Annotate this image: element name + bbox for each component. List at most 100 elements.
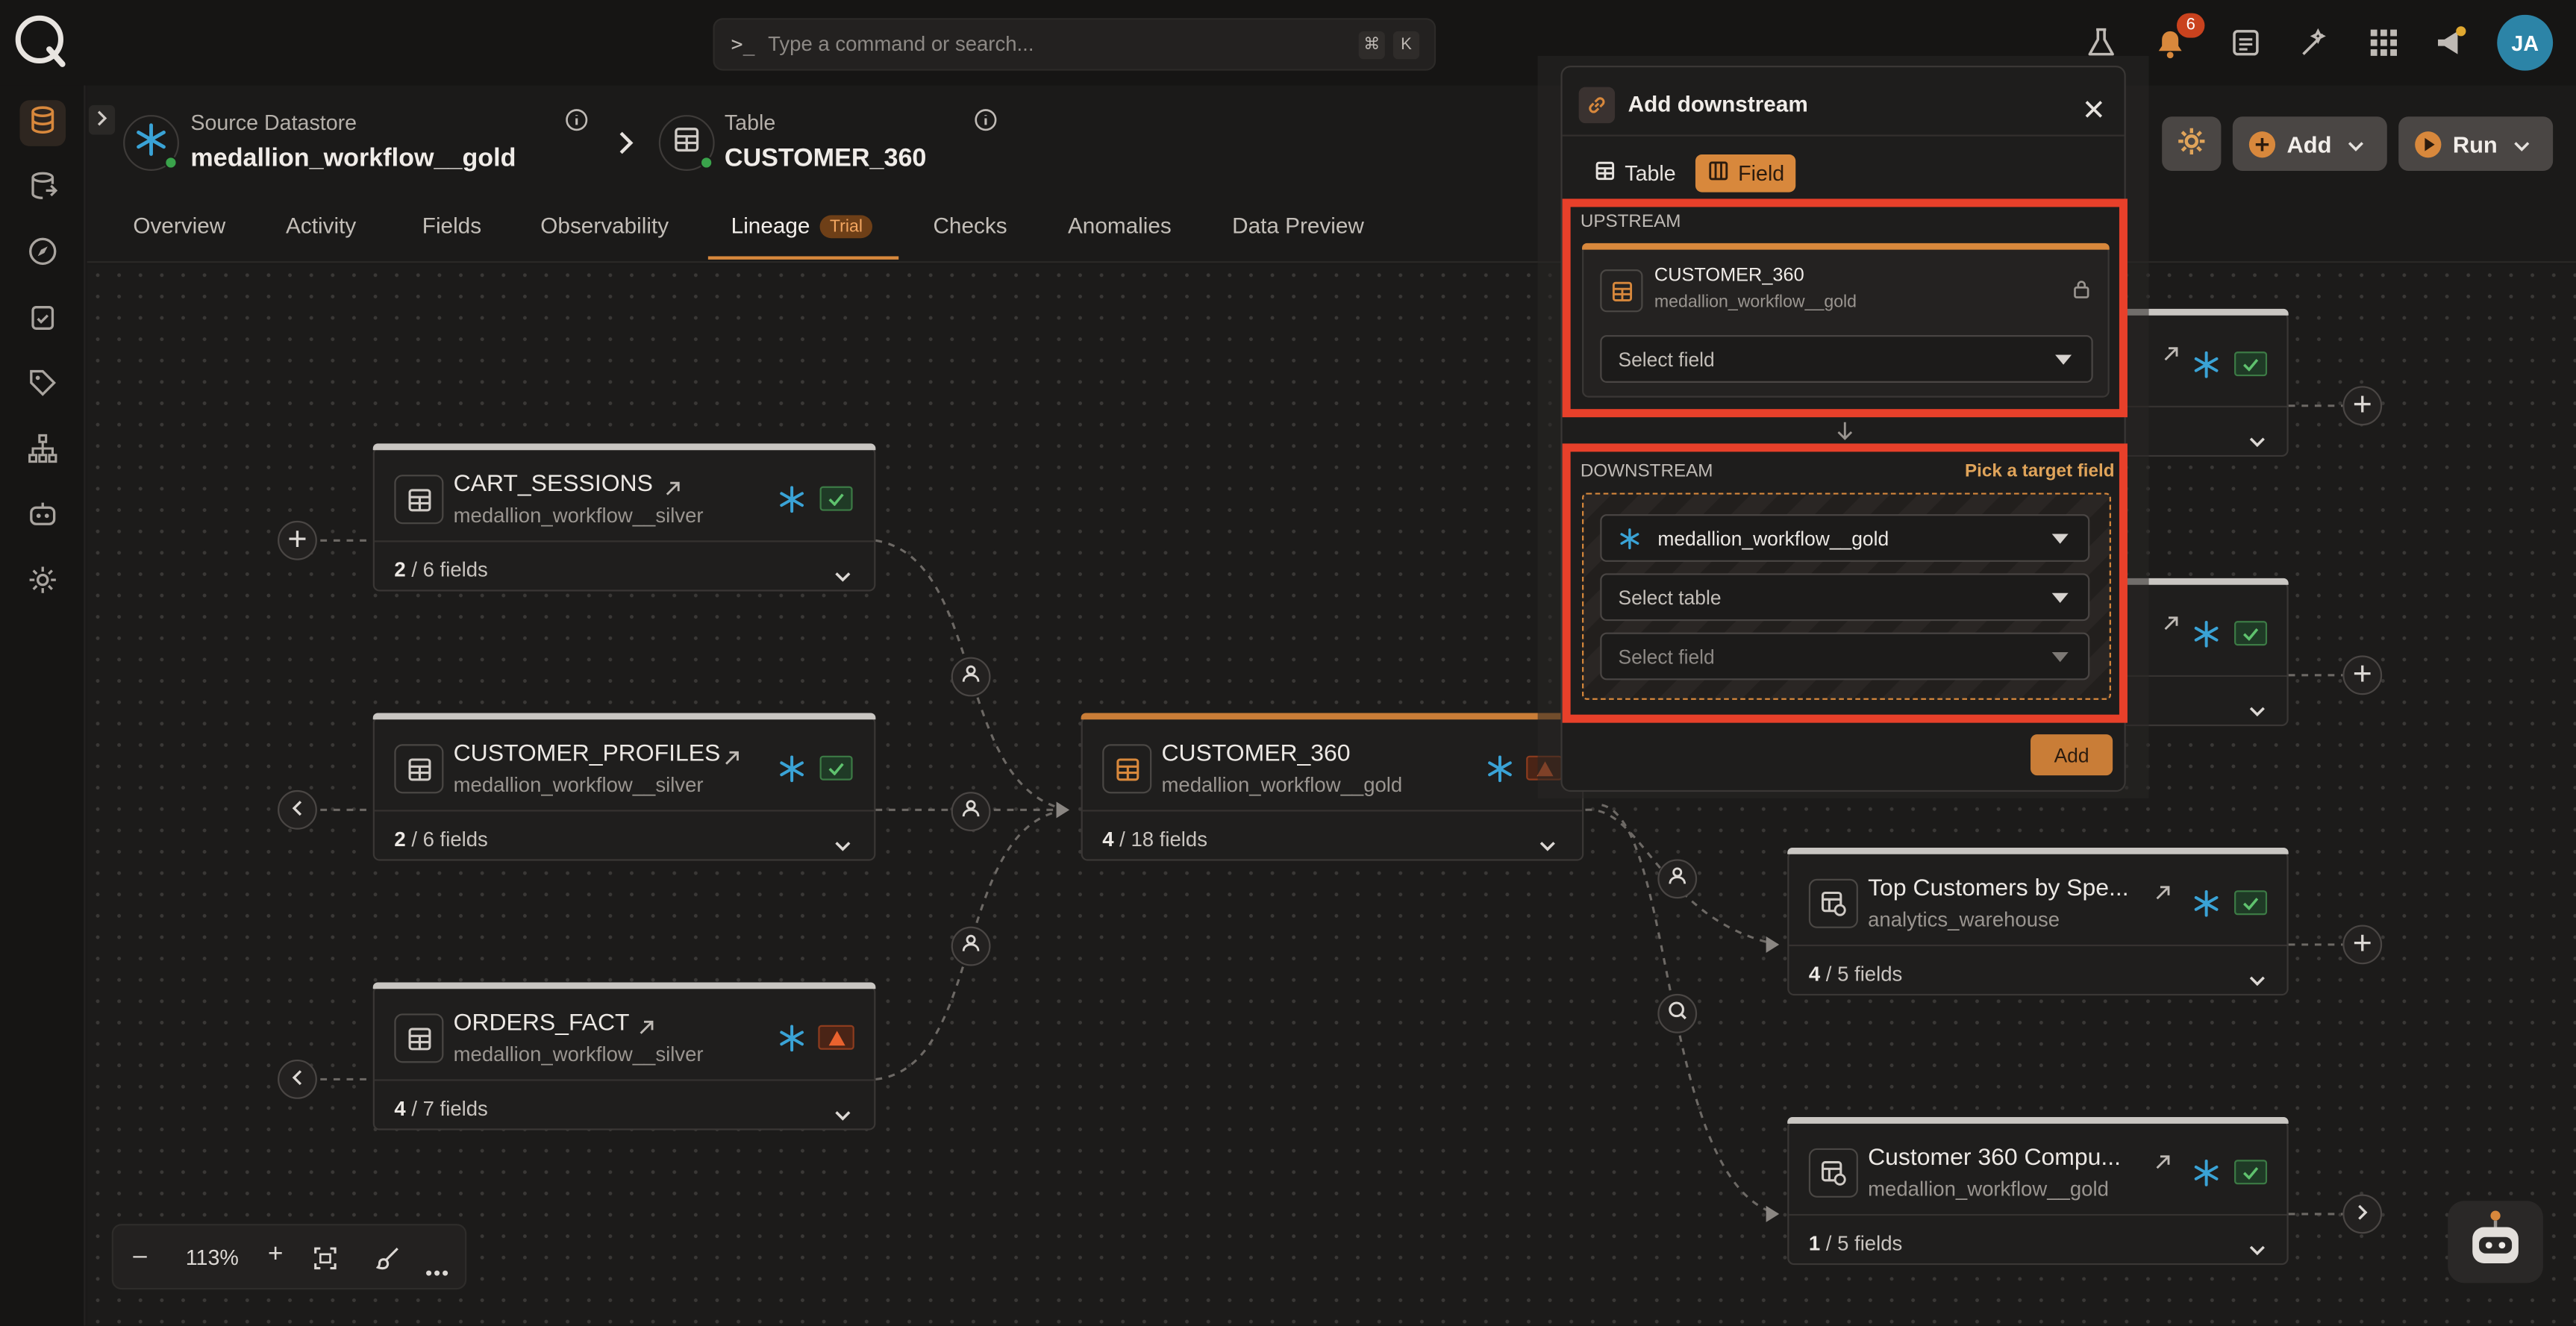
- table-icon: [394, 744, 444, 794]
- plus-icon: [2354, 660, 2371, 690]
- external-link-icon[interactable]: [2154, 881, 2172, 910]
- panel-divider: [1562, 134, 2125, 137]
- plus-icon: [2354, 391, 2371, 421]
- edge-app-marker[interactable]: [1657, 993, 1698, 1033]
- user-icon: [961, 797, 981, 827]
- check-passed-badge: [2234, 890, 2268, 916]
- node-datastore: medallion_workflow__gold: [1868, 1178, 2109, 1201]
- node-datastore: medallion_workflow__gold: [1161, 773, 1403, 797]
- external-link-icon[interactable]: [637, 1016, 655, 1045]
- downstream-highlight: [1562, 443, 2128, 723]
- node-fields-summary[interactable]: 4 / 7 fields: [374, 1079, 875, 1131]
- edge-user-marker[interactable]: [951, 657, 991, 697]
- node-name: CUSTOMER_360: [1161, 740, 1351, 768]
- chevron-down-icon[interactable]: [834, 562, 851, 592]
- lineage-node-selected[interactable]: CUSTOMER_360 medallion_workflow__gold 4 …: [1081, 713, 1584, 862]
- collapse-upstream-button[interactable]: [278, 1059, 317, 1099]
- node-fields-summary[interactable]: 2 / 6 fields: [374, 810, 875, 862]
- fields-count: 4: [1808, 963, 1821, 986]
- chevron-down-icon[interactable]: [2249, 427, 2266, 457]
- node-datastore: medallion_workflow__silver: [453, 773, 704, 797]
- chevron-down-icon[interactable]: [2249, 1236, 2266, 1266]
- fields-count: 2: [394, 558, 406, 582]
- fields-total: / 5 fields: [1820, 963, 1903, 986]
- check-passed-badge: [2234, 1160, 2268, 1185]
- check-passed-badge: [819, 486, 853, 511]
- node-top-bar: [1787, 1117, 2289, 1124]
- fields-total: / 6 fields: [405, 828, 488, 851]
- table-icon: [1102, 744, 1152, 794]
- node-fields-summary[interactable]: 1 / 5 fields: [1789, 1213, 2287, 1266]
- node-datastore: analytics_warehouse: [1868, 908, 2060, 932]
- edge-user-marker[interactable]: [951, 792, 991, 831]
- check-passed-badge: [819, 755, 853, 781]
- user-icon: [961, 931, 981, 961]
- lineage-node[interactable]: Customer 360 Compu... medallion_workflow…: [1787, 1117, 2289, 1266]
- node-name: Top Customers by Spe...: [1868, 875, 2129, 902]
- edge-user-marker[interactable]: [1657, 859, 1698, 899]
- lineage-node[interactable]: CUSTOMER_PROFILES medallion_workflow__si…: [372, 713, 876, 862]
- snowflake-icon: [780, 1025, 804, 1052]
- node-datastore: medallion_workflow__silver: [453, 1042, 704, 1066]
- snowflake-icon: [2194, 620, 2219, 648]
- chevron-down-icon[interactable]: [834, 1101, 851, 1130]
- chevron-down-icon[interactable]: [2249, 966, 2266, 995]
- fields-count: 2: [394, 828, 406, 851]
- chevron-right-icon: [2356, 1199, 2369, 1229]
- node-fields-summary[interactable]: 4 / 18 fields: [1082, 810, 1583, 862]
- snowflake-icon: [780, 755, 804, 783]
- snowflake-icon: [780, 486, 804, 513]
- node-top-bar: [372, 443, 876, 451]
- external-link-icon[interactable]: [2154, 1150, 2172, 1180]
- expand-upstream-button[interactable]: [278, 520, 317, 560]
- lineage-node[interactable]: ORDERS_FACT medallion_workflow__silver 4…: [372, 982, 876, 1131]
- external-link-icon[interactable]: [663, 476, 681, 506]
- chevron-down-icon[interactable]: [834, 831, 851, 861]
- snowflake-icon: [1488, 755, 1512, 783]
- robot-icon: [2463, 1205, 2528, 1279]
- node-name: ORDERS_FACT: [453, 1010, 630, 1037]
- more-options-icon[interactable]: [425, 1255, 448, 1285]
- external-link-icon[interactable]: [723, 745, 741, 775]
- user-icon: [1668, 864, 1687, 894]
- fit-view-icon[interactable]: [313, 1247, 337, 1278]
- zoom-level: 113%: [185, 1245, 239, 1270]
- node-name: CUSTOMER_PROFILES: [453, 740, 721, 768]
- node-fields-summary[interactable]: 4 / 5 fields: [1789, 944, 2287, 997]
- collapse-downstream-button[interactable]: [2342, 1194, 2383, 1234]
- plus-icon: [2354, 930, 2371, 960]
- plus-icon: [289, 525, 306, 555]
- lineage-node[interactable]: CART_SESSIONS medallion_workflow__silver…: [372, 443, 876, 592]
- chevron-down-icon[interactable]: [1539, 831, 1556, 861]
- toggle-field-button[interactable]: Field: [1695, 154, 1796, 193]
- brush-icon[interactable]: [375, 1247, 399, 1278]
- zoom-toolbar: – 113% +: [111, 1224, 467, 1290]
- close-icon[interactable]: [2085, 97, 2103, 127]
- link-icon: [1578, 87, 1616, 124]
- assistant-bot-button[interactable]: [2448, 1201, 2543, 1283]
- node-top-bar: [1787, 847, 2289, 854]
- columns-icon: [1709, 161, 1728, 186]
- node-fields-summary[interactable]: 2 / 6 fields: [374, 540, 875, 592]
- check-passed-badge: [2234, 621, 2268, 646]
- lineage-node[interactable]: Top Customers by Spe... analytics_wareho…: [1787, 847, 2289, 997]
- chevron-left-icon: [291, 1065, 304, 1095]
- chevron-down-icon[interactable]: [2249, 696, 2266, 726]
- node-datastore: medallion_workflow__silver: [453, 504, 704, 528]
- external-link-icon[interactable]: [2162, 611, 2180, 641]
- edge-user-marker[interactable]: [951, 926, 991, 966]
- zoom-out-button[interactable]: –: [133, 1242, 146, 1269]
- node-top-bar: [372, 982, 876, 989]
- panel-add-button[interactable]: Add: [2031, 734, 2113, 776]
- expand-downstream-button[interactable]: [2342, 925, 2383, 965]
- computed-table-icon: [1808, 1148, 1858, 1198]
- external-link-icon[interactable]: [2162, 342, 2180, 372]
- snowflake-icon: [2194, 1160, 2219, 1186]
- snowflake-icon: [2194, 889, 2219, 917]
- anomaly-warning-badge: [818, 1025, 854, 1050]
- expand-downstream-button[interactable]: [2342, 386, 2383, 426]
- toggle-table-button[interactable]: Table: [1582, 154, 1687, 193]
- collapse-upstream-button[interactable]: [278, 789, 317, 830]
- expand-downstream-button[interactable]: [2342, 655, 2383, 695]
- zoom-in-button[interactable]: +: [268, 1240, 284, 1270]
